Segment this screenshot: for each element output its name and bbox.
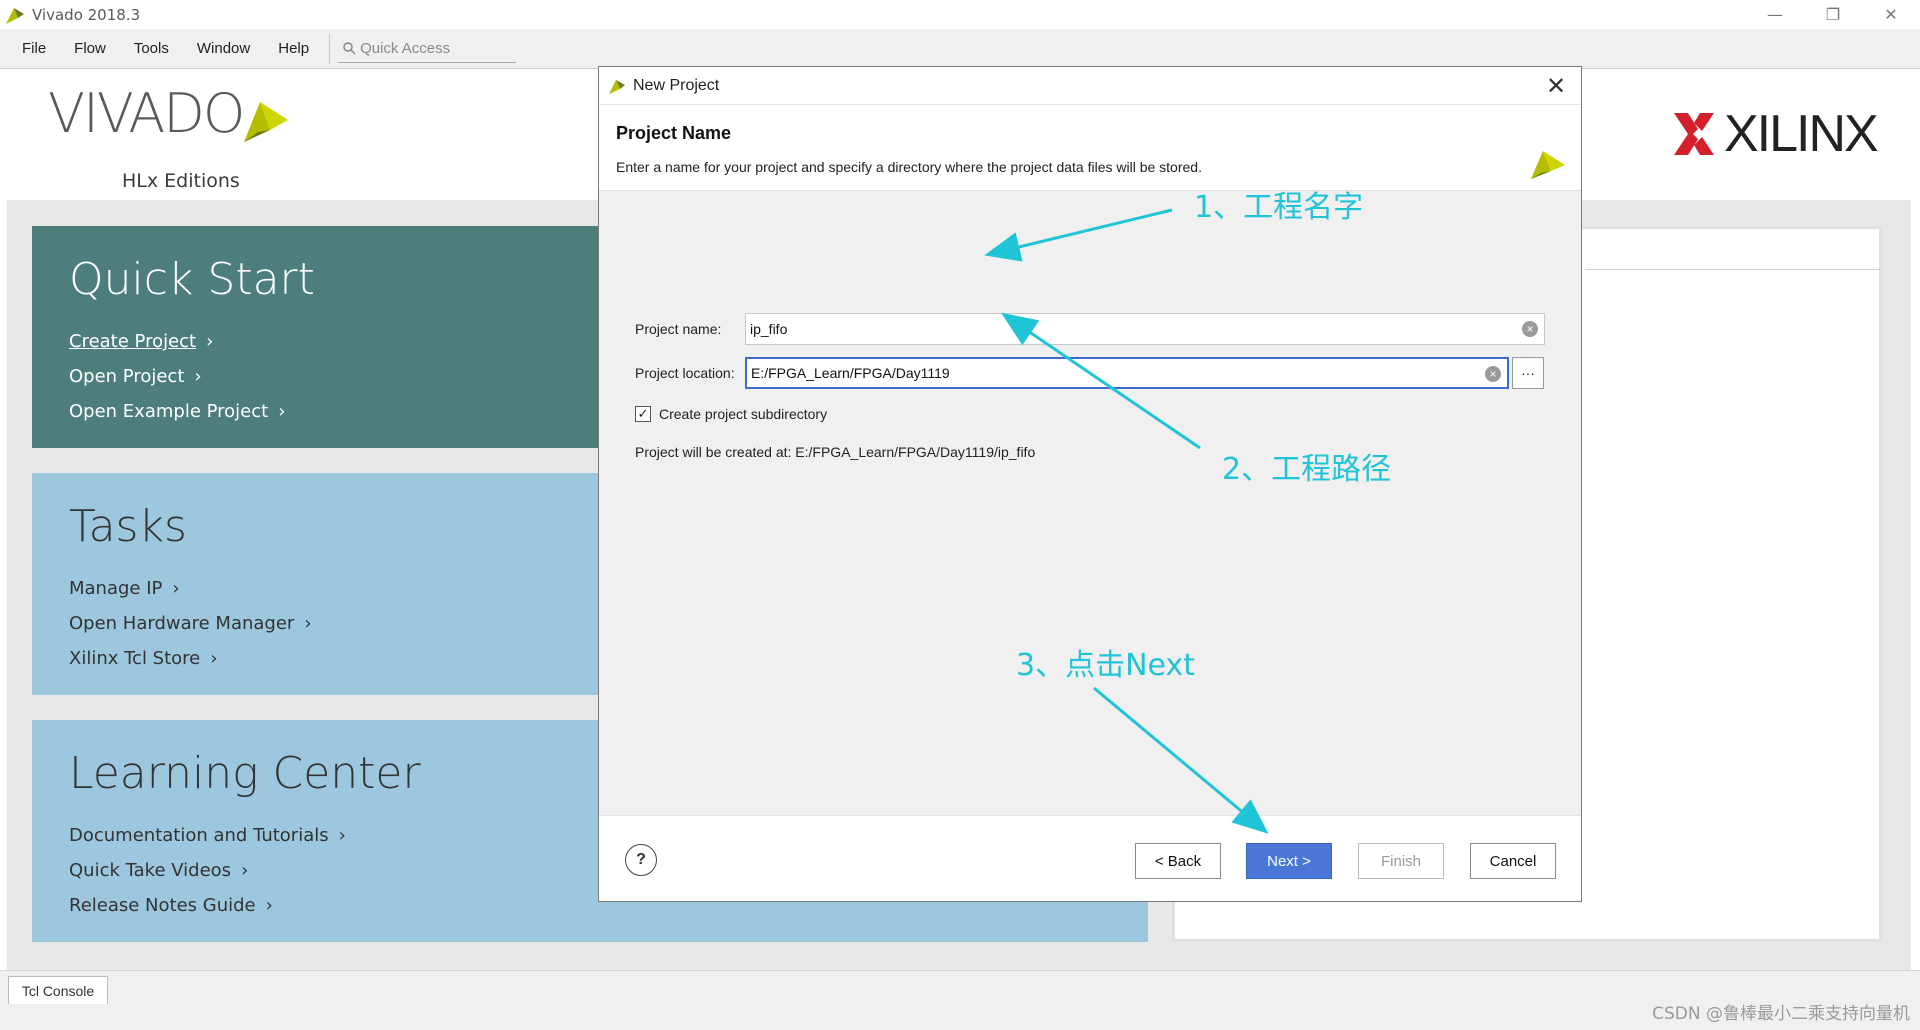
project-location-value: E:/FPGA_Learn/FPGA/Day1119 [751,365,950,381]
vivado-app-icon [6,7,24,24]
menu-separator [329,33,331,64]
window-titlebar: Vivado 2018.3 — ❐ ✕ [0,0,1920,29]
create-subdirectory-checkbox[interactable]: ✓ [635,406,651,422]
vivado-wordmark: VIVADO [48,82,245,145]
next-button[interactable]: Next > [1246,843,1332,879]
chevron-right-icon: › [265,895,273,916]
chevron-right-icon: › [278,401,286,422]
menu-tools[interactable]: Tools [120,29,183,69]
vivado-leaf-icon [1531,151,1565,179]
chevron-right-icon: › [210,648,218,669]
subdirectory-row: ✓ Create project subdirectory [635,406,827,422]
clear-icon[interactable]: × [1522,321,1538,337]
menu-window[interactable]: Window [183,29,264,69]
project-name-value: ip_fifo [750,321,788,337]
quick-start-links: Create Project › Open Project › Open Exa… [69,324,285,429]
xilinx-x-icon [1674,113,1714,155]
project-location-row: Project location: E:/FPGA_Learn/FPGA/Day… [635,357,1544,389]
open-hardware-manager-link[interactable]: Open Hardware Manager › [69,606,312,641]
annotation-step1: 1、工程名字 [1194,190,1364,225]
project-name-label: Project name: [635,321,722,337]
chevron-right-icon: › [172,578,180,599]
dialog-titlebar: New Project ✕ [599,67,1581,105]
open-hardware-manager-label: Open Hardware Manager [69,613,295,634]
open-example-project-label: Open Example Project [69,401,269,422]
search-icon [343,42,356,55]
restore-button[interactable]: ❐ [1804,0,1862,29]
dialog-close-icon[interactable]: ✕ [1541,71,1571,101]
open-example-project-link[interactable]: Open Example Project › [69,394,285,429]
menu-file[interactable]: File [8,29,60,69]
new-project-dialog: New Project ✕ Project Name Enter a name … [598,66,1582,902]
create-subdirectory-label: Create project subdirectory [659,406,828,422]
chevron-right-icon: › [338,825,346,846]
project-name-row: Project name: ip_fifo × [635,313,1545,345]
xilinx-wordmark: XILINX [1724,105,1879,163]
quick-start-title: Quick Start [69,254,315,305]
annotation-step2: 2、工程路径 [1222,452,1392,487]
manage-ip-label: Manage IP [69,578,163,599]
cancel-button[interactable]: Cancel [1470,843,1556,879]
tcl-console-tab[interactable]: Tcl Console [8,976,108,1004]
dialog-footer: ? < Back Next > Finish Cancel [599,815,1581,901]
create-project-link[interactable]: Create Project › [69,324,285,359]
project-location-label: Project location: [635,365,735,381]
vivado-leaf-icon [244,102,288,142]
quick-take-videos-link[interactable]: Quick Take Videos › [69,853,346,888]
manage-ip-link[interactable]: Manage IP › [69,571,312,606]
dialog-body: Project name: ip_fifo × Project location… [599,192,1581,815]
clear-icon[interactable]: × [1485,366,1501,382]
chevron-right-icon: › [206,331,214,352]
menu-help[interactable]: Help [264,29,323,69]
dialog-heading: Project Name [616,123,732,143]
xilinx-logo: XILINX [1672,104,1879,164]
close-button[interactable]: ✕ [1862,0,1920,29]
learning-center-title: Learning Center [69,748,421,799]
window-title: Vivado 2018.3 [32,5,141,24]
bottom-bar: Tcl Console CSDN @鲁棒最小二乘支持向量机 [0,970,1920,1030]
finish-button[interactable]: Finish [1358,843,1444,879]
learning-center-links: Documentation and Tutorials › Quick Take… [69,818,346,923]
open-project-link[interactable]: Open Project › [69,359,285,394]
tasks-title: Tasks [69,501,187,552]
dialog-header: Project Name Enter a name for your proje… [599,105,1581,191]
back-button[interactable]: < Back [1135,843,1221,879]
quick-access-input[interactable]: Quick Access [338,35,517,63]
documentation-tutorials-link[interactable]: Documentation and Tutorials › [69,818,346,853]
window-controls: — ❐ ✕ [1746,0,1920,29]
vivado-app-icon [609,79,625,94]
menu-bar: File Flow Tools Window Help Quick Access [0,29,1920,69]
project-name-input[interactable]: ip_fifo × [745,313,1545,345]
create-project-label: Create Project [69,331,197,352]
project-location-input[interactable]: E:/FPGA_Learn/FPGA/Day1119 × [745,357,1509,389]
annotation-step3: 3、点击Next [1016,648,1195,683]
chevron-right-icon: › [194,366,202,387]
vivado-logo: VIVADO HLx Editions [48,82,288,192]
quick-access-placeholder: Quick Access [360,39,451,57]
release-notes-guide-label: Release Notes Guide [69,895,256,916]
dialog-description: Enter a name for your project and specif… [616,159,1202,175]
documentation-tutorials-label: Documentation and Tutorials [69,825,329,846]
menu-flow[interactable]: Flow [60,29,120,69]
release-notes-guide-link[interactable]: Release Notes Guide › [69,888,346,923]
help-button[interactable]: ? [625,844,657,876]
dialog-title: New Project [633,76,720,94]
xilinx-tcl-store-link[interactable]: Xilinx Tcl Store › [69,641,312,676]
recent-divider [1585,269,1880,270]
watermark-text: CSDN @鲁棒最小二乘支持向量机 [1652,1004,1910,1024]
xilinx-tcl-store-label: Xilinx Tcl Store [69,648,201,669]
tasks-links: Manage IP › Open Hardware Manager › Xili… [69,571,312,676]
created-at-row: Project will be created at: E:/FPGA_Lear… [635,444,1035,460]
browse-button[interactable]: ··· [1512,357,1544,389]
open-project-label: Open Project [69,366,185,387]
quick-take-videos-label: Quick Take Videos [69,860,232,881]
chevron-right-icon: › [304,613,312,634]
vivado-edition: HLx Editions [122,170,240,192]
created-at-text: Project will be created at: E:/FPGA_Lear… [635,444,1036,460]
chevron-right-icon: › [241,860,249,881]
minimize-button[interactable]: — [1746,0,1804,29]
